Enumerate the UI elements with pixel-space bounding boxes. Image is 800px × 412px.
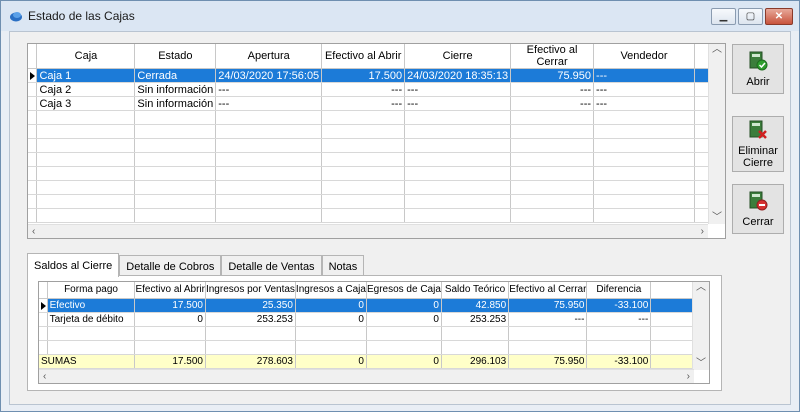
cajas-vertical-scrollbar[interactable]: ︿ ﹀	[708, 44, 725, 224]
column-header[interactable]: Forma pago	[47, 282, 136, 299]
column-header[interactable]: Ingresos a Caja	[295, 282, 367, 299]
empty-row	[28, 124, 725, 139]
empty-row	[28, 138, 725, 153]
main-window: Estado de las Cajas ▁ ▢ ✕ Caja Estado Ap…	[0, 0, 800, 412]
column-header[interactable]: Efectivo al Cerrar	[508, 282, 588, 299]
cash-delete-icon	[749, 120, 767, 139]
column-header[interactable]: Estado	[134, 44, 217, 69]
column-header[interactable]: Ingresos por Ventas	[205, 282, 296, 299]
saldos-header-row: Forma pago Efectivo al Abrir Ingresos po…	[39, 282, 709, 299]
saldos-tab-panel: Forma pago Efectivo al Abrir Ingresos po…	[27, 275, 722, 391]
column-header[interactable]: Vendedor	[593, 44, 695, 69]
column-header[interactable]: Cierre	[404, 44, 512, 69]
empty-row	[28, 180, 725, 195]
detail-tabs: Saldos al Cierre Detalle de Cobros Detal…	[27, 253, 365, 277]
column-header[interactable]: Caja	[36, 44, 136, 69]
abrir-label: Abrir	[746, 76, 770, 88]
minimize-button[interactable]: ▁	[711, 8, 736, 25]
empty-row	[28, 166, 725, 181]
scroll-down-icon[interactable]: ﹀	[712, 212, 722, 224]
row-indicator	[39, 298, 48, 313]
scroll-down-icon[interactable]: ﹀	[696, 358, 706, 370]
cajas-grid[interactable]: Caja Estado Apertura Efectivo al Abrir C…	[27, 43, 726, 239]
table-row[interactable]: Efectivo 17.500 25.350 0 0 42.850 75.950…	[39, 298, 709, 313]
scroll-left-icon[interactable]: ‹	[32, 226, 35, 238]
column-header[interactable]: Diferencia	[586, 282, 652, 299]
scroll-left-icon[interactable]: ‹	[43, 371, 46, 383]
title-bar: Estado de las Cajas ▁ ▢ ✕	[1, 1, 799, 31]
cajas-horizontal-scrollbar[interactable]: ‹ ›	[28, 224, 708, 238]
cajas-header-row: Caja Estado Apertura Efectivo al Abrir C…	[28, 44, 725, 69]
table-row[interactable]: Caja 1 Cerrada 24/03/2020 17:56:05 17.50…	[28, 68, 725, 83]
table-row[interactable]: Caja 2 Sin información --- --- --- --- -…	[28, 82, 725, 97]
scroll-up-icon[interactable]: ︿	[696, 282, 706, 294]
tab-detalle-de-cobros[interactable]: Detalle de Cobros	[119, 255, 222, 277]
client-area: Caja Estado Apertura Efectivo al Abrir C…	[9, 31, 791, 405]
empty-row	[28, 194, 725, 209]
empty-row	[39, 326, 709, 341]
sums-row: SUMAS 17.500 278.603 0 0 296.103 75.950 …	[39, 354, 709, 369]
column-header[interactable]: Egresos de Caja	[366, 282, 442, 299]
close-button[interactable]: ✕	[765, 8, 793, 25]
scroll-up-icon[interactable]: ︿	[712, 44, 722, 56]
cerrar-button[interactable]: Cerrar	[732, 184, 784, 234]
table-row[interactable]: Tarjeta de débito 0 253.253 0 0 253.253 …	[39, 312, 709, 327]
saldos-vertical-scrollbar[interactable]: ︿ ﹀	[692, 282, 709, 370]
tab-notas[interactable]: Notas	[321, 255, 365, 277]
column-header[interactable]: Saldo Teórico	[441, 282, 510, 299]
cash-close-icon	[749, 191, 768, 211]
empty-row	[28, 208, 725, 223]
abrir-button[interactable]: Abrir	[732, 44, 784, 94]
saldos-grid[interactable]: Forma pago Efectivo al Abrir Ingresos po…	[38, 281, 710, 384]
app-icon	[10, 12, 22, 22]
empty-row	[39, 340, 709, 355]
column-header[interactable]: Efectivo al Abrir	[321, 44, 406, 69]
window-title: Estado de las Cajas	[28, 9, 135, 23]
cajas-table: Caja Estado Apertura Efectivo al Abrir C…	[28, 44, 725, 223]
tab-saldos-al-cierre[interactable]: Saldos al Cierre	[27, 253, 120, 277]
tab-detalle-de-ventas[interactable]: Detalle de Ventas	[221, 255, 322, 277]
column-header[interactable]: Apertura	[215, 44, 323, 69]
empty-row	[28, 110, 725, 125]
cash-check-icon	[749, 51, 768, 71]
empty-row	[28, 152, 725, 167]
table-row[interactable]: Caja 3 Sin información --- --- --- --- -…	[28, 96, 725, 111]
eliminar-cierre-button[interactable]: Eliminar Cierre	[732, 116, 784, 172]
scroll-right-icon[interactable]: ›	[687, 371, 690, 383]
saldos-horizontal-scrollbar[interactable]: ‹ ›	[39, 369, 694, 383]
eliminar-cierre-label: Eliminar Cierre	[738, 145, 778, 169]
cerrar-label: Cerrar	[742, 216, 774, 228]
scroll-right-icon[interactable]: ›	[701, 226, 704, 238]
saldos-table: Forma pago Efectivo al Abrir Ingresos po…	[39, 282, 709, 369]
row-indicator	[28, 68, 38, 83]
maximize-button[interactable]: ▢	[738, 8, 763, 25]
column-header[interactable]: Efectivo al Abrir	[134, 282, 206, 299]
column-header[interactable]: Efectivo al Cerrar	[510, 44, 595, 69]
